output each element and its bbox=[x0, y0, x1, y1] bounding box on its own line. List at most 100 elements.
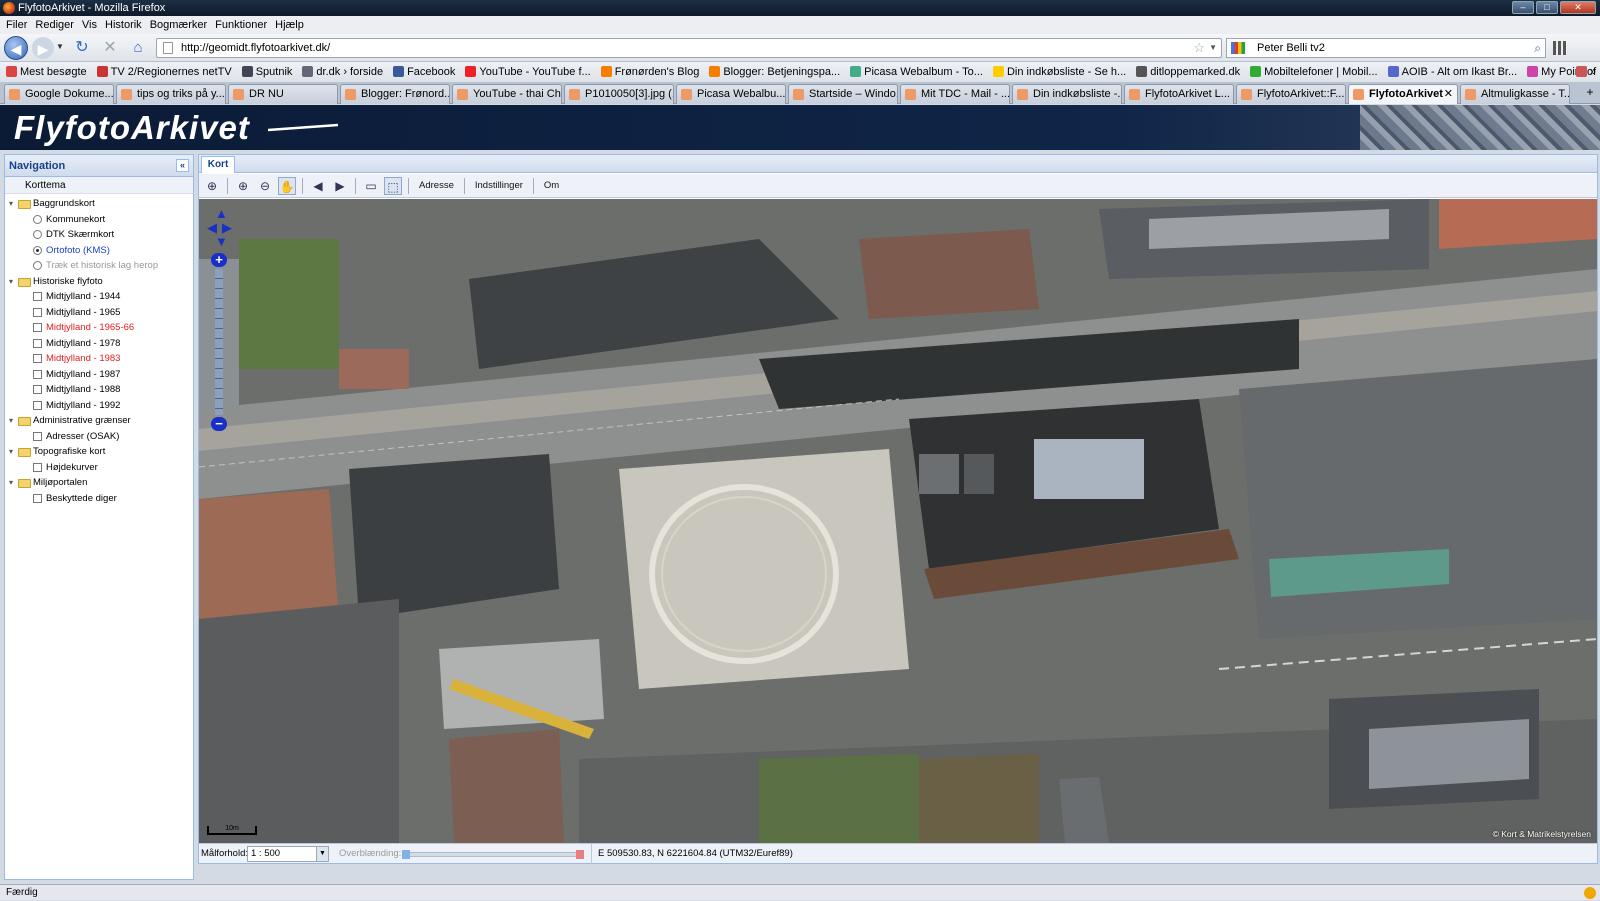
bookmark-item[interactable]: Facebook bbox=[393, 62, 455, 82]
url-dropdown-icon[interactable]: ▼ bbox=[1209, 39, 1217, 57]
browser-tab[interactable]: FlyfotoArkivet::F... bbox=[1236, 84, 1346, 104]
bookmarks-overflow-icon[interactable]: » bbox=[1576, 62, 1596, 82]
overlay-layer-item[interactable]: Midtjylland - 1965 bbox=[5, 305, 193, 321]
next-view-icon[interactable]: ▶ bbox=[331, 177, 349, 195]
box-select-icon[interactable]: ⬚ bbox=[384, 176, 402, 195]
overlay-layer-item[interactable]: Midtjylland - 1992 bbox=[5, 398, 193, 414]
bookmark-item[interactable]: Sputnik bbox=[242, 62, 293, 82]
layer-checkbox[interactable] bbox=[33, 431, 42, 441]
zoom-plus-icon[interactable]: + bbox=[211, 253, 227, 267]
bookmark-item[interactable]: dr.dk › forside bbox=[302, 62, 383, 82]
browser-tab[interactable]: Din indkøbsliste -... bbox=[1012, 84, 1122, 104]
layer-folder[interactable]: ▾ Baggrundskort bbox=[5, 196, 193, 212]
layer-checkbox[interactable] bbox=[33, 369, 42, 379]
zoom-slider[interactable]: + − bbox=[211, 253, 227, 431]
zoom-extent-icon[interactable]: ⊕ bbox=[203, 177, 221, 195]
zoom-in-icon[interactable]: ⊕ bbox=[234, 177, 252, 195]
browser-tab[interactable]: Google Dokume... bbox=[4, 84, 114, 104]
layer-checkbox[interactable] bbox=[33, 462, 42, 472]
browser-tab[interactable]: Mit TDC - Mail - ... bbox=[900, 84, 1010, 104]
bookmark-item[interactable]: ditloppemarked.dk bbox=[1136, 62, 1240, 82]
layer-folder[interactable]: ▾ Administrative grænser bbox=[5, 413, 193, 429]
browser-tab[interactable]: Startside – Windo... bbox=[788, 84, 898, 104]
bookmark-item[interactable]: Picasa Webalbum - To... bbox=[850, 62, 983, 82]
browser-tab[interactable]: YouTube - thai Chi bbox=[452, 84, 562, 104]
layer-checkbox[interactable] bbox=[33, 323, 42, 332]
stop-icon[interactable]: ✕ bbox=[98, 36, 122, 60]
base-layer-item[interactable]: Træk et historisk lag herop bbox=[5, 258, 193, 274]
overlay-layer-item[interactable]: Midtjylland - 1983 bbox=[5, 351, 193, 367]
layer-folder[interactable]: ▾ Topografiske kort bbox=[5, 444, 193, 460]
menu-historik[interactable]: Historik bbox=[105, 16, 142, 34]
url-bar[interactable]: http://geomidt.flyfotoarkivet.dk/ ☆ ▼ bbox=[156, 38, 1222, 58]
base-layer-item[interactable]: Ortofoto (KMS) bbox=[5, 243, 193, 259]
browser-tab[interactable]: P1010050[3].jpg (... bbox=[564, 84, 674, 104]
back-button[interactable]: ◀ bbox=[4, 36, 28, 60]
menu-bogmaerker[interactable]: Bogmærker bbox=[150, 16, 207, 34]
zoom-minus-icon[interactable]: − bbox=[211, 417, 227, 431]
reload-icon[interactable]: ↻ bbox=[70, 36, 94, 60]
browser-tab[interactable]: FlyfotoArkivet ✕ bbox=[1348, 84, 1458, 104]
overlay-layer-item[interactable]: Midtjylland - 1944 bbox=[5, 289, 193, 305]
chevron-down-icon[interactable]: ▼ bbox=[316, 847, 328, 861]
zoom-out-icon[interactable]: ⊖ bbox=[256, 177, 274, 195]
home-icon[interactable]: ⌂ bbox=[126, 36, 150, 60]
menu-funktioner[interactable]: Funktioner bbox=[215, 16, 267, 34]
layer-checkbox[interactable] bbox=[33, 385, 42, 394]
base-layer-item[interactable]: Kommunekort bbox=[5, 212, 193, 228]
layer-checkbox[interactable] bbox=[33, 354, 42, 363]
pan-left-icon[interactable]: ◀ bbox=[207, 221, 217, 234]
layer-radio[interactable] bbox=[33, 261, 42, 270]
bookmark-item[interactable]: Mobiltelefoner | Mobil... bbox=[1250, 62, 1378, 82]
layer-radio[interactable] bbox=[33, 245, 42, 255]
expand-toggle-icon[interactable]: ▾ bbox=[9, 475, 13, 491]
pan-down-icon[interactable]: ▼ bbox=[215, 235, 228, 248]
menu-hjaelp[interactable]: Hjælp bbox=[275, 16, 304, 34]
rectangle-select-icon[interactable]: ▭ bbox=[362, 177, 380, 195]
base-layer-item[interactable]: DTK Skærmkort bbox=[5, 227, 193, 243]
layer-checkbox[interactable] bbox=[33, 493, 42, 503]
menu-filer[interactable]: Filer bbox=[6, 16, 27, 34]
bookmark-item[interactable]: Mest besøgte bbox=[6, 62, 87, 82]
settings-button[interactable]: Indstillinger bbox=[471, 180, 527, 191]
aerial-map[interactable]: ▲ ◀ ▶ ▼ + − 10m © Kort & Matrikelstyrels… bbox=[199, 199, 1597, 843]
bookmark-item[interactable]: Frønørden's Blog bbox=[601, 62, 700, 82]
layer-checkbox[interactable] bbox=[33, 338, 42, 348]
overlay-layer-item[interactable]: Højdekurver bbox=[5, 460, 193, 476]
address-button[interactable]: Adresse bbox=[415, 180, 458, 191]
bookmark-item[interactable]: Din indkøbsliste - Se h... bbox=[993, 62, 1126, 82]
zoom-rail[interactable] bbox=[215, 269, 223, 415]
close-tab-icon[interactable]: ✕ bbox=[1444, 85, 1453, 103]
overlay-layer-item[interactable]: Midtjylland - 1978 bbox=[5, 336, 193, 352]
browser-tab[interactable]: Blogger: Frønord... bbox=[340, 84, 450, 104]
overlay-layer-item[interactable]: Beskyttede diger bbox=[5, 491, 193, 507]
overlay-layer-item[interactable]: Midtjylland - 1965-66 bbox=[5, 320, 193, 336]
bookmark-item[interactable]: Blogger: Betjeningspa... bbox=[709, 62, 840, 82]
layer-folder[interactable]: ▾ Historiske flyfoto bbox=[5, 274, 193, 290]
menu-rediger[interactable]: Rediger bbox=[35, 16, 74, 34]
about-button[interactable]: Om bbox=[540, 180, 563, 191]
new-tab-button[interactable]: + bbox=[1580, 82, 1600, 103]
expand-toggle-icon[interactable]: ▾ bbox=[9, 444, 13, 460]
history-dropdown-icon[interactable]: ▼ bbox=[56, 42, 64, 51]
expand-toggle-icon[interactable]: ▾ bbox=[9, 196, 13, 212]
close-window-button[interactable]: ✕ bbox=[1560, 1, 1596, 14]
browser-tab[interactable]: Altmuligkasse - T... bbox=[1460, 84, 1570, 104]
layer-checkbox[interactable] bbox=[33, 307, 42, 317]
bookmark-item[interactable]: YouTube - YouTube f... bbox=[465, 62, 590, 82]
browser-tab[interactable]: Picasa Webalbu... bbox=[676, 84, 786, 104]
google-icon[interactable] bbox=[1231, 42, 1245, 54]
overlay-slider-end-handle[interactable] bbox=[576, 850, 584, 859]
layer-radio[interactable] bbox=[33, 214, 42, 224]
bookmark-item[interactable]: TV 2/Regionernes netTV bbox=[97, 62, 232, 82]
overlay-layer-item[interactable]: Midtjylland - 1988 bbox=[5, 382, 193, 398]
tab-kort[interactable]: Kort bbox=[201, 156, 235, 173]
layer-checkbox[interactable] bbox=[33, 292, 42, 301]
maximize-button[interactable]: □ bbox=[1536, 1, 1558, 14]
previous-view-icon[interactable]: ◀ bbox=[309, 177, 327, 195]
browser-tab[interactable]: tips og triks på y... bbox=[116, 84, 226, 104]
layer-folder[interactable]: ▾ Miljøportalen bbox=[5, 475, 193, 491]
layer-radio[interactable] bbox=[33, 230, 42, 239]
overlay-slider-start-handle[interactable] bbox=[402, 850, 410, 859]
browser-tab[interactable]: DR NU bbox=[228, 84, 338, 104]
